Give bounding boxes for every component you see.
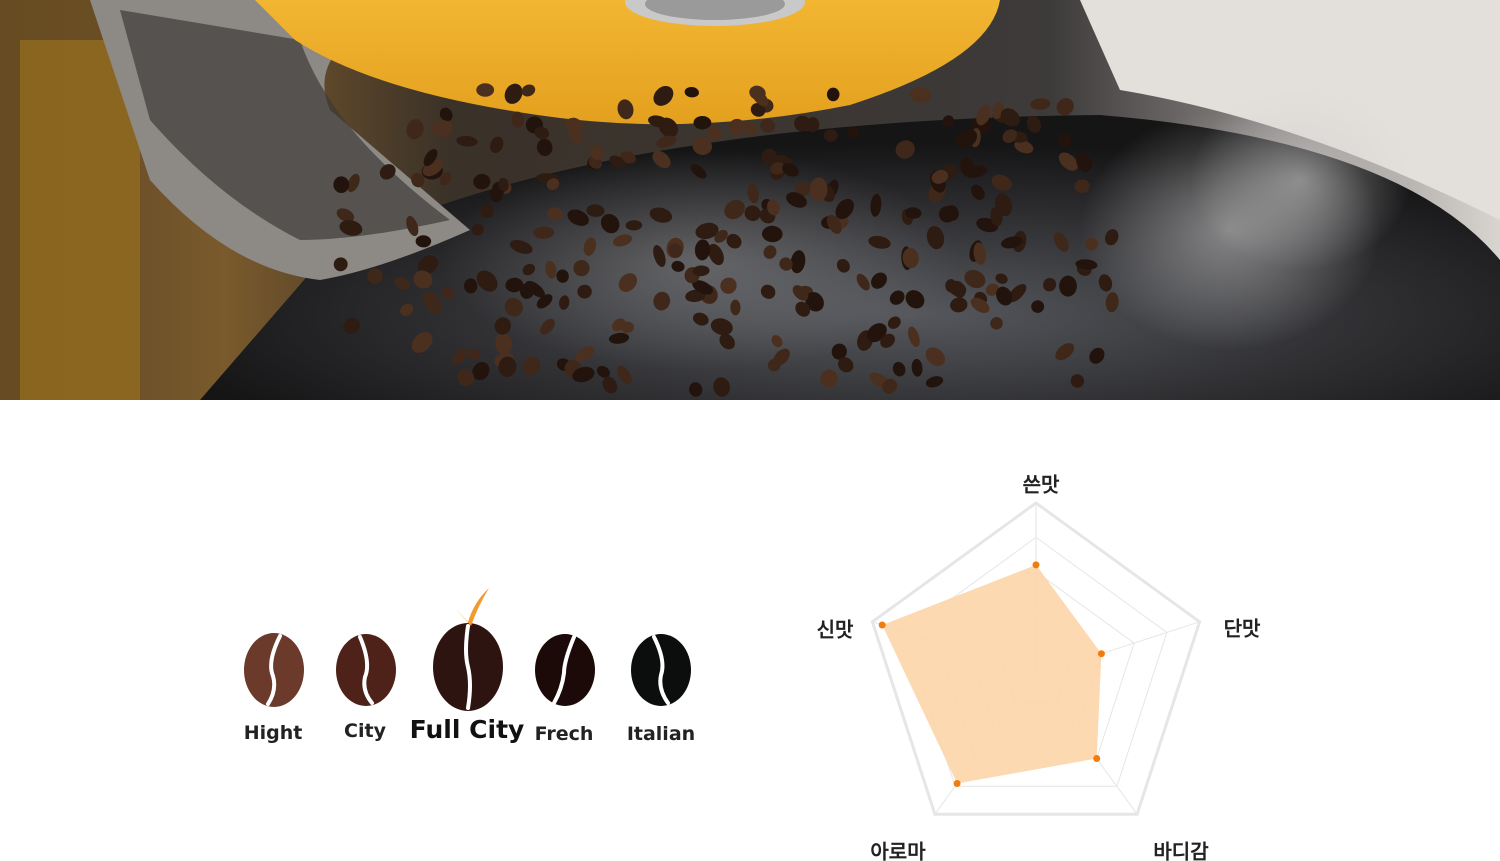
roast-level-scale: Hight City Full City Frech Italian bbox=[0, 400, 760, 861]
roast-label-city: City bbox=[344, 720, 386, 742]
radar-svg bbox=[870, 501, 1202, 816]
axis-label-sour: 신맛 bbox=[816, 617, 854, 642]
coffee-bean bbox=[826, 87, 840, 102]
bean-city-icon bbox=[336, 634, 396, 706]
bean-hight-icon bbox=[244, 633, 304, 707]
axis-label-aroma: 아로마 bbox=[870, 839, 926, 861]
roast-label-italian: Italian bbox=[626, 723, 696, 745]
roast-label-frech: Frech bbox=[534, 723, 594, 745]
radar-point-1 bbox=[1097, 650, 1105, 658]
axis-label-bitter: 쓴맛 bbox=[1022, 472, 1060, 497]
coffee-bean bbox=[476, 83, 495, 97]
axis-label-sweet: 단맛 bbox=[1223, 616, 1261, 641]
roast-label-hight: Hight bbox=[243, 722, 303, 744]
hero-image bbox=[0, 0, 1500, 400]
radar-point-0 bbox=[1032, 561, 1040, 569]
axis-label-body: 바디감 bbox=[1153, 839, 1209, 861]
flavor-radar-chart: 쓴맛 단맛 바디감 아로마 신맛 bbox=[780, 440, 1340, 861]
coffee-bean bbox=[464, 278, 478, 294]
bean-full-city-icon bbox=[433, 623, 503, 711]
bean-italian-icon bbox=[631, 634, 691, 706]
page: Hight City Full City Frech Italian 쓴맛 단맛… bbox=[0, 0, 1500, 861]
checkmark-icon bbox=[455, 588, 489, 626]
coffee-roaster-photo bbox=[0, 0, 1500, 400]
roast-label-full-city: Full City bbox=[409, 715, 525, 744]
bean-frech-icon bbox=[535, 634, 595, 706]
radar-point-3 bbox=[953, 780, 961, 787]
radar-point-4 bbox=[878, 621, 886, 629]
radar-point-2 bbox=[1093, 755, 1101, 762]
